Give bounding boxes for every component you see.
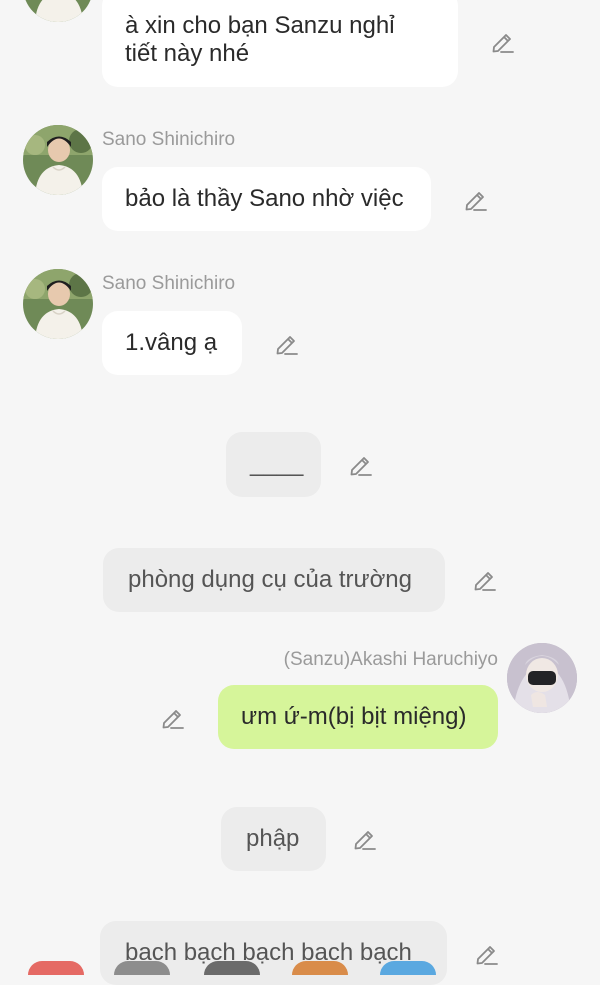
narration-bubble[interactable]: phòng dụng cụ của trường [103,548,445,612]
avatar-sanzu-image [507,643,577,713]
avatar[interactable] [23,125,93,195]
message-text: 1.vâng ạ [125,329,218,356]
message-bubble[interactable]: 1.vâng ạ [102,311,242,375]
message-bubble[interactable]: ưm ứ-m(bị bịt miệng) [218,685,498,749]
avatar[interactable] [23,269,93,339]
message-text: ____ [250,450,304,477]
dock-icon[interactable] [204,961,260,975]
sender-name: Sano Shinichiro [102,129,236,150]
message-text: phập [246,825,300,852]
message-text: à xin cho bạn Sanzu nghỉ tiết này nhé [125,12,395,67]
dock-icon[interactable] [380,961,436,975]
dock-icon[interactable] [28,961,84,975]
message-text: ưm ứ-m(bị bịt miệng) [241,703,467,730]
sender-name: (Sanzu)Akashi Haruchiyo [283,649,498,670]
narration-bubble[interactable]: bạch bạch bạch bạch bạch [100,921,447,985]
dock-icon[interactable] [114,961,170,975]
pencil-icon[interactable] [347,451,375,479]
pencil-icon[interactable] [351,825,379,853]
message-bubble[interactable]: à xin cho bạn Sanzu nghỉ tiết này nhé [102,0,458,87]
message-text: phòng dụng cụ của trường [128,566,413,593]
message-text: bảo là thầy Sano nhờ việc [125,185,404,212]
pencil-icon[interactable] [159,704,187,732]
narration-bubble[interactable]: ____ [226,432,321,497]
message-text: bạch bạch bạch bạch bạch [125,939,412,966]
narration-bubble[interactable]: phập [221,807,326,871]
pencil-icon[interactable] [473,940,501,968]
avatar[interactable] [23,0,93,22]
avatar-sano-image [23,125,93,195]
message-bubble[interactable]: bảo là thầy Sano nhờ việc [102,167,431,231]
pencil-icon[interactable] [273,330,301,358]
dock-icon[interactable] [292,961,348,975]
avatar[interactable] [507,643,577,713]
avatar-sano-image [23,0,93,22]
pencil-icon[interactable] [462,186,490,214]
pencil-icon[interactable] [471,566,499,594]
avatar-sano-image [23,269,93,339]
sender-name: Sano Shinichiro [102,273,236,294]
pencil-icon[interactable] [489,28,517,56]
